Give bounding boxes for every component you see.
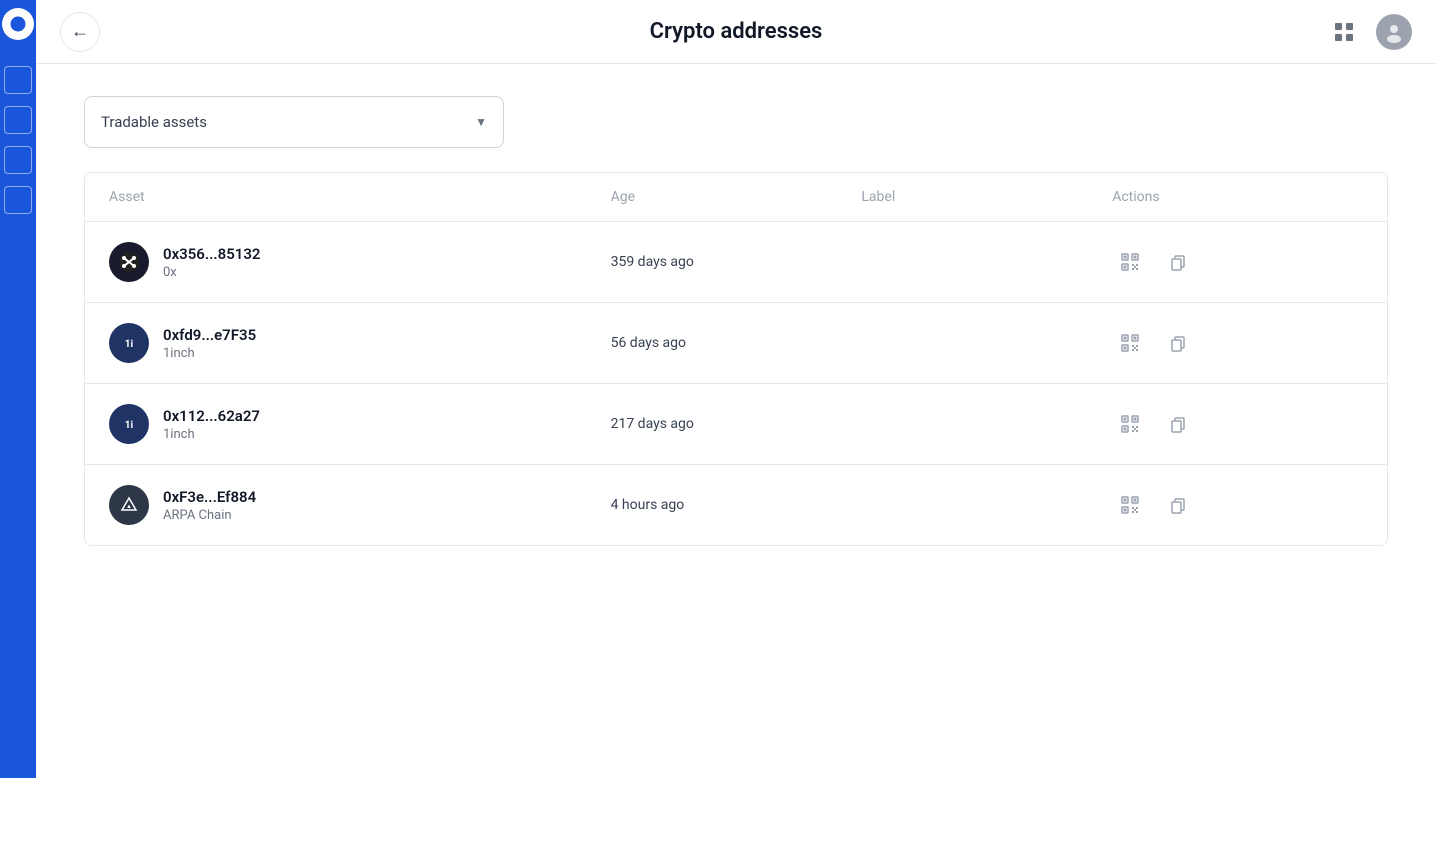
asset-cell-1: 0x356...85132 0x [109, 242, 611, 282]
chevron-down-icon: ▼ [475, 115, 487, 129]
copy-button-3[interactable] [1160, 406, 1196, 442]
col-header-label: Label [861, 189, 1112, 205]
copy-button-2[interactable] [1160, 325, 1196, 361]
address-1: 0x356...85132 [163, 245, 261, 263]
coin-icon-1inch-2: 1i [109, 404, 149, 444]
table-header: Asset Age Label Actions [85, 173, 1387, 222]
svg-text:1i: 1i [125, 339, 134, 350]
copy-button-4[interactable] [1160, 487, 1196, 523]
coin-icon-1inch-1: 1i [109, 323, 149, 363]
header-left: ← [60, 12, 100, 52]
asset-info-2: 0xfd9...e7F35 1inch [163, 326, 256, 361]
address-3: 0x112...62a27 [163, 407, 260, 425]
header: ← Crypto addresses [36, 0, 1436, 64]
page-title: Crypto addresses [650, 19, 823, 44]
sidebar-item-2[interactable] [4, 106, 32, 134]
back-button[interactable]: ← [60, 12, 100, 52]
svg-text:1i: 1i [125, 420, 134, 431]
asset-cell-4: ▲ 0xF3e...Ef884 ARPA Chain [109, 485, 611, 525]
symbol-4: ARPA Chain [163, 508, 256, 523]
asset-info-1: 0x356...85132 0x [163, 245, 261, 280]
col-header-age: Age [611, 189, 862, 205]
address-4: 0xF3e...Ef884 [163, 488, 256, 506]
actions-cell-1 [1112, 244, 1363, 280]
addresses-table: Asset Age Label Actions [84, 172, 1388, 546]
table-row: ▲ 0xF3e...Ef884 ARPA Chain 4 hours ago [85, 465, 1387, 545]
main-content: Tradable assets ▼ Asset Age Label Action… [36, 64, 1436, 578]
table-row: 0x356...85132 0x 359 days ago [85, 222, 1387, 303]
qr-code-button-3[interactable] [1112, 406, 1148, 442]
symbol-2: 1inch [163, 346, 256, 361]
qr-code-button-4[interactable] [1112, 487, 1148, 523]
symbol-3: 1inch [163, 427, 260, 442]
asset-info-4: 0xF3e...Ef884 ARPA Chain [163, 488, 256, 523]
age-cell-2: 56 days ago [611, 335, 862, 351]
sidebar-item-4[interactable] [4, 186, 32, 214]
age-cell-4: 4 hours ago [611, 497, 862, 513]
age-cell-1: 359 days ago [611, 254, 862, 270]
asset-cell-2: 1i 0xfd9...e7F35 1inch [109, 323, 611, 363]
age-cell-3: 217 days ago [611, 416, 862, 432]
asset-cell-3: 1i 0x112...62a27 1inch [109, 404, 611, 444]
sidebar [0, 0, 36, 778]
tradable-assets-dropdown[interactable]: Tradable assets ▼ [84, 96, 504, 148]
actions-cell-3 [1112, 406, 1363, 442]
table-row: 1i 0x112...62a27 1inch 217 days ago [85, 384, 1387, 465]
header-right [1324, 12, 1412, 52]
col-header-actions: Actions [1112, 189, 1363, 205]
dropdown-label: Tradable assets [101, 113, 207, 131]
col-header-asset: Asset [109, 189, 611, 205]
sidebar-item-1[interactable] [4, 66, 32, 94]
address-2: 0xfd9...e7F35 [163, 326, 256, 344]
sidebar-item-3[interactable] [4, 146, 32, 174]
actions-cell-2 [1112, 325, 1363, 361]
svg-text:▲: ▲ [126, 503, 132, 510]
qr-code-button-1[interactable] [1112, 244, 1148, 280]
table-row: 1i 0xfd9...e7F35 1inch 56 days ago [85, 303, 1387, 384]
grid-apps-button[interactable] [1324, 12, 1364, 52]
sidebar-logo [2, 8, 34, 40]
asset-info-3: 0x112...62a27 1inch [163, 407, 260, 442]
user-avatar[interactable] [1376, 14, 1412, 50]
symbol-1: 0x [163, 265, 261, 280]
actions-cell-4 [1112, 487, 1363, 523]
filter-container: Tradable assets ▼ [84, 96, 1388, 148]
copy-button-1[interactable] [1160, 244, 1196, 280]
qr-code-button-2[interactable] [1112, 325, 1148, 361]
back-arrow-icon: ← [71, 21, 89, 42]
coin-icon-arpa: ▲ [109, 485, 149, 525]
coin-icon-0x [109, 242, 149, 282]
